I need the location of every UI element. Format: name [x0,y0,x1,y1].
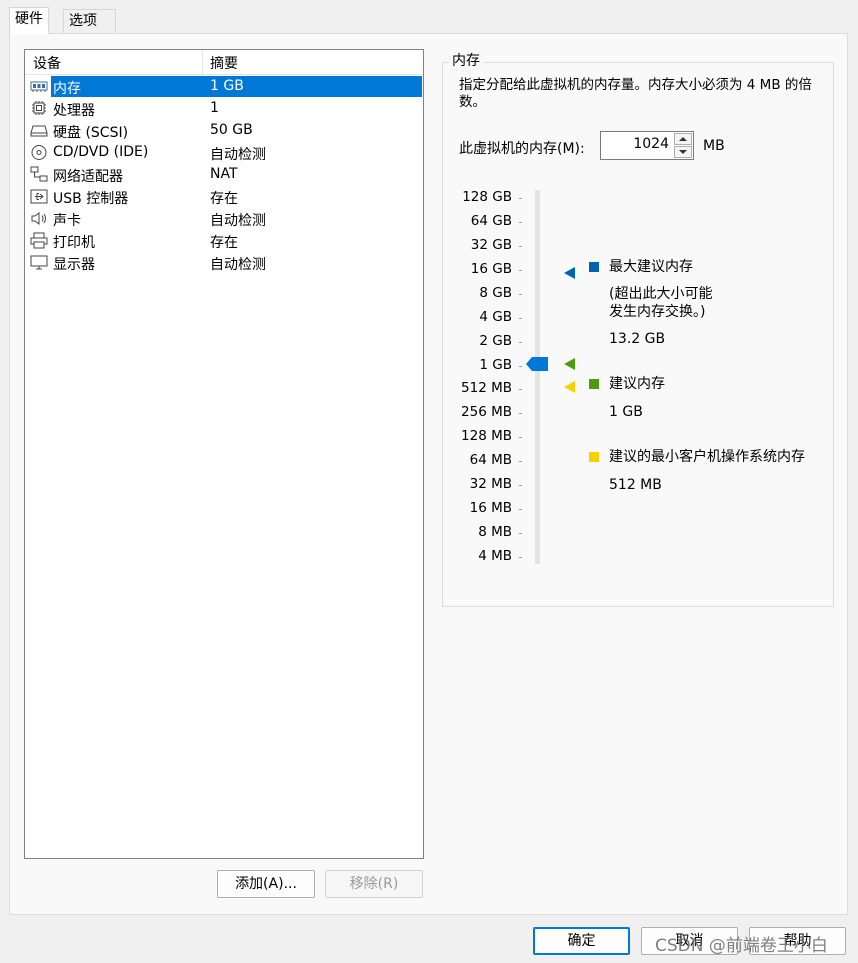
add-button[interactable]: 添加(A)... [217,870,315,898]
column-header-device[interactable]: 设备 [33,53,61,73]
harddisk-icon [30,125,48,137]
ok-button[interactable]: 确定 [533,927,630,955]
device-name: CD/DVD (IDE) [53,144,149,160]
device-summary: 自动检测 [210,213,266,229]
scale-label: 128 GB [462,189,512,205]
device-row-network-adapter[interactable]: 网络适配器 NAT [25,164,421,186]
memory-icon [30,81,48,92]
memory-group-title: 内存 [449,50,483,70]
guest-min-marker [564,381,575,393]
column-header-summary[interactable]: 摘要 [210,53,238,73]
device-name: 内存 [53,81,81,97]
list-header: 设备 摘要 [25,50,423,75]
device-row-printer[interactable]: 打印机 存在 [25,230,421,252]
device-row-usb-controller[interactable]: USB 控制器 存在 [25,186,421,208]
spin-down-button[interactable] [674,146,692,158]
recommended-swatch [589,379,599,389]
device-list[interactable]: 设备 摘要 内存 1 GB 处理器 1 硬盘 (SCSI) 50 GB CD/D… [24,49,424,859]
device-summary: 存在 [210,235,238,251]
max-recommended-label: 最大建议内存 [609,259,693,275]
device-summary: 存在 [210,191,238,207]
scale-label: 8 GB [479,285,512,301]
device-summary: NAT [210,166,238,182]
guest-min-value: 512 MB [609,477,662,493]
scale-label: 16 GB [470,261,512,277]
scale-label: 1 GB [479,357,512,373]
memory-slider-thumb[interactable] [526,357,548,371]
max-recommended-note-2: 发生内存交换。) [609,304,706,320]
tab-hardware[interactable]: 硬件 [9,7,49,34]
device-name: 显示器 [53,257,95,273]
device-row-processor[interactable]: 处理器 1 [25,98,421,120]
scale-label: 128 MB [461,428,512,444]
scale-label: 16 MB [469,500,512,516]
usb-icon [30,189,48,204]
device-summary: 50 GB [210,122,253,138]
scale-label: 2 GB [479,333,512,349]
memory-value[interactable]: 1024 [633,136,669,152]
device-name: 打印机 [53,235,95,251]
device-row-memory[interactable]: 内存 1 GB [25,76,422,98]
network-adapter-icon [30,166,48,182]
scale-label: 256 MB [461,404,512,420]
recommended-label: 建议内存 [609,376,665,392]
device-row-sound-card[interactable]: 声卡 自动检测 [25,208,421,230]
memory-unit-label: MB [703,138,725,154]
memory-slider-track[interactable] [535,190,540,564]
tab-options[interactable]: 选项 [63,9,116,33]
cd-dvd-icon [31,145,47,160]
scale-label: 4 MB [478,548,512,564]
scale-label: 32 MB [469,476,512,492]
recommended-marker [564,358,575,370]
device-name: USB 控制器 [53,191,129,207]
device-row-harddisk[interactable]: 硬盘 (SCSI) 50 GB [25,120,421,142]
device-row-display[interactable]: 显示器 自动检测 [25,252,421,274]
scale-label: 32 GB [470,237,512,253]
sound-card-icon [31,212,46,225]
watermark: CSDN @前端卷王小白 [655,936,828,956]
memory-description: 指定分配给此虚拟机的内存量。内存大小必须为 4 MB 的倍数。 [459,77,812,110]
spin-up-button[interactable] [674,133,692,145]
guest-min-swatch [589,452,599,462]
device-summary: 自动检测 [210,257,266,273]
scale-label: 64 GB [470,213,512,229]
processor-icon [32,101,46,115]
display-icon [30,255,48,270]
remove-button[interactable]: 移除(R) [325,870,423,898]
scale-label: 64 MB [469,452,512,468]
device-summary: 1 [210,100,219,116]
scale-label: 4 GB [479,309,512,325]
device-name: 网络适配器 [53,169,123,185]
guest-min-label: 建议的最小客户机操作系统内存 [609,449,805,465]
device-name: 声卡 [53,213,81,229]
max-recommended-value: 13.2 GB [609,331,666,347]
device-name: 处理器 [53,103,95,119]
device-summary: 自动检测 [210,147,266,163]
device-summary: 1 GB [210,78,244,94]
max-recommended-marker [564,267,575,279]
printer-icon [30,232,48,249]
memory-spinbox[interactable]: 1024 [600,131,694,160]
device-row-cd-dvd[interactable]: CD/DVD (IDE) 自动检测 [25,142,421,164]
scale-label: 8 MB [478,524,512,540]
max-recommended-note: (超出此大小可能 [609,286,713,302]
device-name: 硬盘 (SCSI) [53,125,129,141]
scale-label: 512 MB [461,380,512,396]
max-recommended-swatch [589,262,599,272]
recommended-value: 1 GB [609,404,643,420]
memory-field-label: 此虚拟机的内存(M): [459,141,585,157]
